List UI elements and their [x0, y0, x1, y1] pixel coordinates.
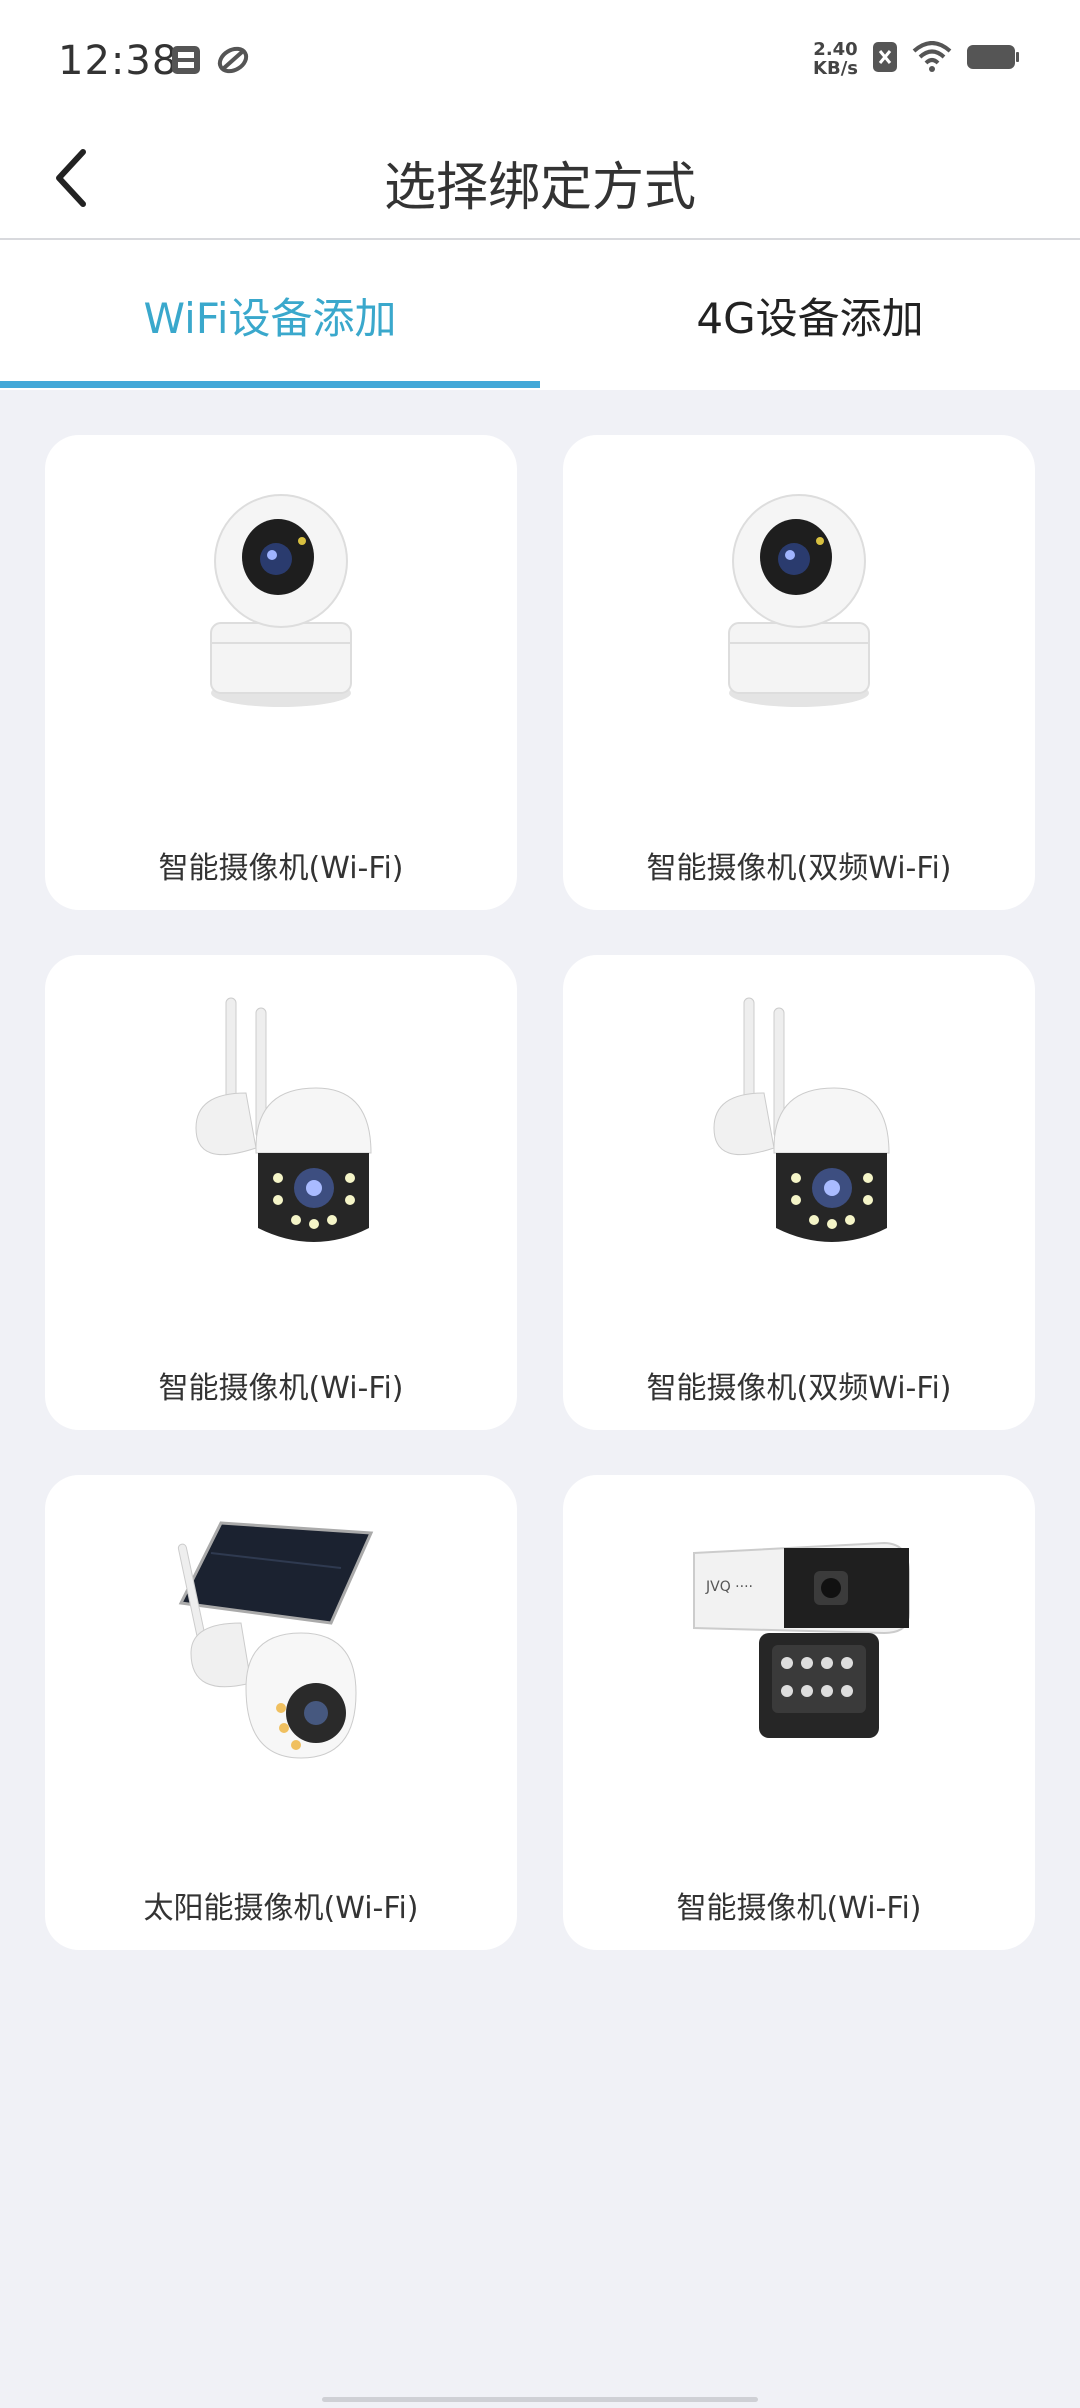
device-label: 智能摄像机(Wi-Fi): [158, 851, 404, 886]
device-label: 智能摄像机(双频Wi-Fi): [646, 851, 952, 886]
device-card[interactable]: 智能摄像机(双频Wi-Fi): [563, 955, 1035, 1430]
solar-camera-icon: [171, 1513, 391, 1777]
outdoor-ptz-camera-icon: [186, 988, 376, 1262]
wifi-icon: [912, 41, 952, 77]
svg-text:JVQ ····: JVQ ····: [705, 1579, 753, 1595]
device-card[interactable]: 太阳能摄像机(Wi-Fi): [45, 1475, 517, 1950]
device-label: 太阳能摄像机(Wi-Fi): [143, 1891, 419, 1926]
battery-icon: [966, 43, 1020, 75]
tab-4g-devices[interactable]: 4G设备添加: [540, 240, 1080, 390]
tab-bar: WiFi设备添加 4G设备添加: [0, 240, 1080, 390]
sync-icon: [216, 44, 250, 80]
status-time: 12:38: [58, 38, 179, 84]
ptz-indoor-camera-icon: [724, 493, 874, 717]
home-indicator[interactable]: [322, 2397, 758, 2402]
device-card[interactable]: JVQ ···· 智能摄像机(Wi-Fi): [563, 1475, 1035, 1950]
status-bar: 12:38 2.40 KB/s: [0, 0, 1080, 125]
device-label: 智能摄像机(Wi-Fi): [158, 1371, 404, 1406]
sim-x-icon: [872, 41, 898, 77]
bullet-camera-icon: JVQ ····: [684, 1533, 914, 1757]
outdoor-ptz-camera-icon: [704, 988, 894, 1262]
ptz-indoor-camera-icon: [206, 493, 356, 717]
app-header: 选择绑定方式: [0, 125, 1080, 240]
device-label: 智能摄像机(双频Wi-Fi): [646, 1371, 952, 1406]
page-title: 选择绑定方式: [383, 158, 696, 218]
device-label: 智能摄像机(Wi-Fi): [676, 1891, 922, 1926]
storage-icon: [170, 44, 202, 80]
tab-wifi-devices[interactable]: WiFi设备添加: [0, 240, 540, 390]
device-card[interactable]: 智能摄像机(Wi-Fi): [45, 955, 517, 1430]
device-card[interactable]: 智能摄像机(Wi-Fi): [45, 435, 517, 910]
net-speed-unit: KB/s: [813, 58, 858, 79]
active-tab-indicator: [0, 381, 540, 388]
net-speed-value: 2.40: [813, 39, 858, 60]
net-speed: 2.40 KB/s: [813, 40, 858, 78]
device-card[interactable]: 智能摄像机(双频Wi-Fi): [563, 435, 1035, 910]
